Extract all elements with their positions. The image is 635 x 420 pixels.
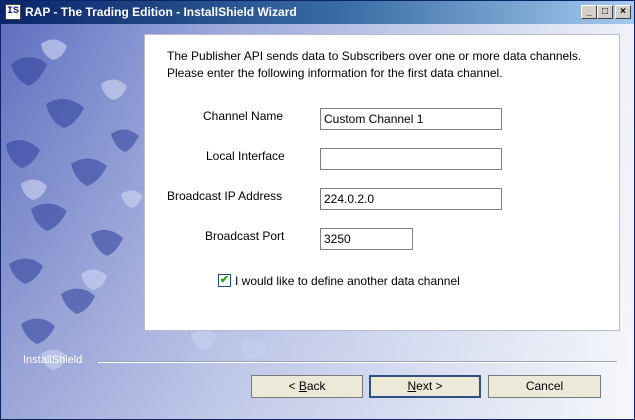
close-button[interactable]: × <box>615 5 631 19</box>
window-title: RAP - The Trading Edition - InstallShiel… <box>25 5 297 19</box>
broadcast-port-label: Broadcast Port <box>205 229 285 243</box>
back-button-prefix: < <box>288 379 299 393</box>
installshield-app-icon: IS <box>5 4 21 20</box>
next-button-label: ext > <box>416 379 443 393</box>
broadcast-ip-label: Broadcast IP Address <box>167 189 283 203</box>
back-button[interactable]: < Back <box>251 375 363 398</box>
description-line-2: Please enter the following information f… <box>167 66 503 80</box>
footer-separator <box>98 361 617 363</box>
broadcast-ip-field[interactable] <box>320 188 502 210</box>
next-button-mnemonic: N <box>407 379 417 393</box>
maximize-button[interactable]: □ <box>597 5 613 19</box>
content-panel: The Publisher API sends data to Subscrib… <box>144 34 620 331</box>
channel-name-field[interactable] <box>320 108 502 130</box>
description-line-1: The Publisher API sends data to Subscrib… <box>167 49 582 63</box>
installer-window: IS RAP - The Trading Edition - InstallSh… <box>0 0 635 420</box>
cancel-button[interactable]: Cancel <box>488 375 601 398</box>
another-channel-checkbox[interactable]: ✔ <box>218 274 231 287</box>
channel-name-label: Channel Name <box>203 109 284 123</box>
next-button[interactable]: Next > <box>369 375 481 398</box>
title-bar[interactable]: IS RAP - The Trading Edition - InstallSh… <box>1 1 634 24</box>
back-button-label: ack <box>306 379 326 393</box>
another-channel-label[interactable]: I would like to define another data chan… <box>235 273 460 289</box>
description-text: The Publisher API sends data to Subscrib… <box>167 48 612 82</box>
back-button-mnemonic: B <box>298 379 307 393</box>
local-interface-field[interactable] <box>320 148 502 170</box>
broadcast-port-field[interactable] <box>320 228 413 250</box>
installshield-brand-label: InstallShield <box>23 354 83 366</box>
minimize-button[interactable]: _ <box>581 5 597 19</box>
local-interface-label: Local Interface <box>206 149 285 163</box>
